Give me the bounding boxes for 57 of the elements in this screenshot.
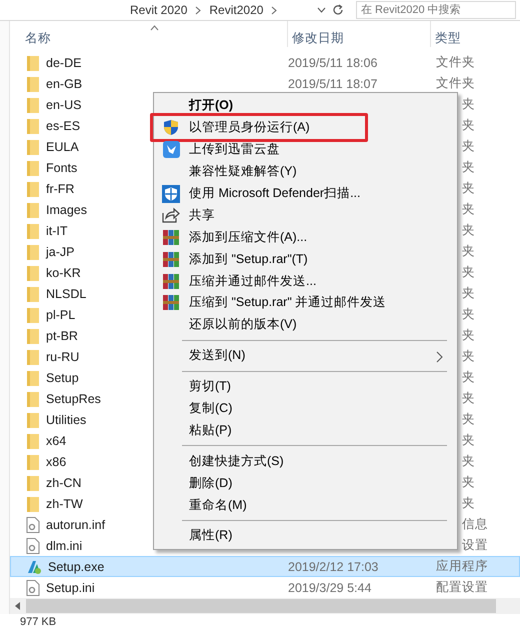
file-type: 文件夹 — [435, 75, 475, 92]
modified-date: 2019/5/11 18:07 — [288, 76, 378, 90]
modified-date: 2019/5/11 18:06 — [288, 56, 378, 70]
file-type: 夹 — [462, 327, 475, 344]
file-name: x64 — [46, 434, 66, 448]
file-type: 夹 — [462, 159, 475, 176]
file-type: 夹 — [462, 495, 475, 512]
file-name: en-US — [46, 98, 82, 112]
file-name: ja-JP — [46, 244, 74, 258]
file-type: 夹 — [462, 348, 475, 365]
file-name: es-ES — [46, 118, 80, 132]
file-name: zh-TW — [46, 496, 83, 510]
file-type: 夹 — [462, 180, 475, 197]
modified-date: 2019/3/29 5:44 — [288, 580, 372, 594]
file-type: 夹 — [462, 369, 475, 386]
file-type: 应用程序 — [435, 558, 488, 575]
file-name: Utilities — [46, 412, 86, 426]
file-type: 夹 — [462, 453, 475, 470]
file-name: SetupRes — [46, 392, 101, 406]
file-type: 夹 — [462, 264, 475, 281]
file-name: zh-CN — [46, 476, 82, 490]
file-type: 夹 — [462, 285, 475, 302]
file-name: EULA — [46, 140, 79, 154]
modified-date: 2019/2/12 17:03 — [288, 560, 378, 574]
file-name: en-GB — [46, 76, 82, 90]
file-type: 夹 — [462, 306, 475, 323]
file-type: 信息 — [462, 516, 488, 533]
file-type: 夹 — [462, 432, 475, 449]
file-name: de-DE — [46, 56, 82, 70]
file-type: 夹 — [462, 96, 475, 113]
file-name: it-IT — [46, 224, 68, 238]
status-text: 977 KB — [20, 616, 56, 628]
file-type: 夹 — [462, 243, 475, 260]
file-type: 文件夹 — [435, 54, 475, 71]
file-name: Setup — [46, 370, 79, 384]
file-name: pt-BR — [46, 328, 78, 342]
file-name: Setup.ini — [46, 580, 95, 594]
file-name: NLSDL — [46, 286, 86, 300]
file-name: x86 — [46, 454, 66, 468]
file-name: ru-RU — [46, 350, 80, 364]
file-type: 夹 — [462, 201, 475, 218]
file-name: Images — [46, 202, 87, 216]
file-name: Setup.exe — [48, 560, 104, 574]
file-type: 夹 — [462, 390, 475, 407]
file-name: autorun.inf — [46, 518, 106, 532]
file-type: 夹 — [462, 411, 475, 428]
file-type: 夹 — [462, 138, 475, 155]
file-name: Fonts — [46, 160, 78, 174]
file-name: fr-FR — [46, 182, 74, 196]
file-name: dlm.ini — [46, 538, 82, 552]
file-type: 夹 — [462, 222, 475, 239]
file-type: 设置 — [462, 537, 488, 554]
file-type: 夹 — [462, 474, 475, 491]
file-name: ko-KR — [46, 266, 81, 280]
file-name: pl-PL — [46, 308, 76, 322]
file-type: 配置设置 — [435, 579, 488, 596]
file-type: 夹 — [462, 117, 475, 134]
